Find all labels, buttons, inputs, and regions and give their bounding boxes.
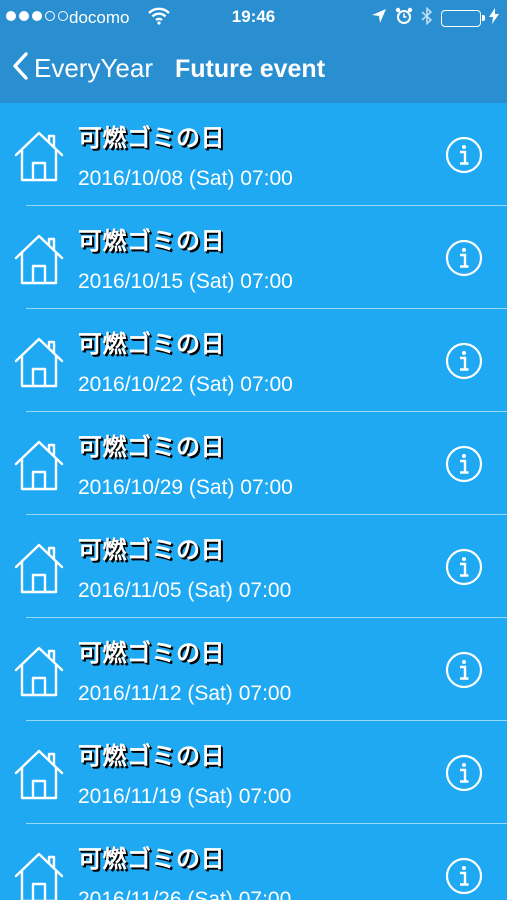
bluetooth-icon — [421, 6, 433, 30]
event-title: 可燃ゴミの日 — [78, 742, 225, 770]
house-icon — [13, 130, 65, 187]
event-title: 可燃ゴミの日 — [78, 845, 225, 873]
event-title: 可燃ゴミの日 — [78, 227, 225, 255]
event-datetime: 2016/11/05 (Sat) 07:00 — [78, 579, 292, 602]
event-row[interactable]: 可燃ゴミの日 2016/10/08 (Sat) 07:00 — [0, 103, 507, 206]
info-icon[interactable] — [445, 239, 483, 282]
event-row[interactable]: 可燃ゴミの日 2016/11/05 (Sat) 07:00 — [0, 515, 507, 618]
event-row[interactable]: 可燃ゴミの日 2016/10/15 (Sat) 07:00 — [0, 206, 507, 309]
event-datetime: 2016/11/19 (Sat) 07:00 — [78, 785, 292, 808]
top-bar: docomo 19:46 EveryYear Future event — [0, 0, 507, 103]
event-title: 可燃ゴミの日 — [78, 639, 225, 667]
event-title: 可燃ゴミの日 — [78, 124, 225, 152]
info-icon[interactable] — [445, 445, 483, 488]
back-button-label: EveryYear — [34, 53, 153, 83]
event-datetime: 2016/10/15 (Sat) 07:00 — [78, 270, 293, 293]
info-icon[interactable] — [445, 754, 483, 797]
house-icon — [13, 851, 65, 900]
chevron-left-icon — [12, 52, 28, 85]
house-icon — [13, 336, 65, 393]
event-list: 可燃ゴミの日 2016/10/08 (Sat) 07:00 可燃ゴミの日 201… — [0, 103, 507, 900]
event-title: 可燃ゴミの日 — [78, 433, 225, 461]
status-right — [371, 6, 499, 30]
info-icon[interactable] — [445, 342, 483, 385]
house-icon — [13, 748, 65, 805]
event-datetime: 2016/11/12 (Sat) 07:00 — [78, 682, 292, 705]
house-icon — [13, 542, 65, 599]
page-title: Future event — [175, 55, 326, 83]
status-bar: docomo 19:46 — [0, 0, 507, 36]
battery-icon — [441, 10, 485, 27]
event-datetime: 2016/10/22 (Sat) 07:00 — [78, 373, 293, 396]
info-icon[interactable] — [445, 136, 483, 179]
house-icon — [13, 439, 65, 496]
charging-bolt-icon — [489, 8, 499, 29]
location-arrow-icon — [371, 8, 387, 29]
alarm-clock-icon — [395, 7, 413, 30]
navigation-bar: EveryYear Future event — [0, 36, 507, 103]
info-icon[interactable] — [445, 857, 483, 900]
event-row[interactable]: 可燃ゴミの日 2016/11/12 (Sat) 07:00 — [0, 618, 507, 721]
event-title: 可燃ゴミの日 — [78, 330, 225, 358]
event-datetime: 2016/11/26 (Sat) 07:00 — [78, 888, 292, 900]
event-datetime: 2016/10/29 (Sat) 07:00 — [78, 476, 293, 499]
house-icon — [13, 645, 65, 702]
info-icon[interactable] — [445, 651, 483, 694]
event-datetime: 2016/10/08 (Sat) 07:00 — [78, 167, 293, 190]
event-row[interactable]: 可燃ゴミの日 2016/11/26 (Sat) 07:00 — [0, 824, 507, 900]
house-icon — [13, 233, 65, 290]
event-title: 可燃ゴミの日 — [78, 536, 225, 564]
app-screen: docomo 19:46 EveryYear Future event 可燃ゴミ… — [0, 0, 507, 900]
event-row[interactable]: 可燃ゴミの日 2016/11/19 (Sat) 07:00 — [0, 721, 507, 824]
event-row[interactable]: 可燃ゴミの日 2016/10/29 (Sat) 07:00 — [0, 412, 507, 515]
event-row[interactable]: 可燃ゴミの日 2016/10/22 (Sat) 07:00 — [0, 309, 507, 412]
back-button[interactable]: EveryYear — [12, 52, 153, 85]
info-icon[interactable] — [445, 548, 483, 591]
